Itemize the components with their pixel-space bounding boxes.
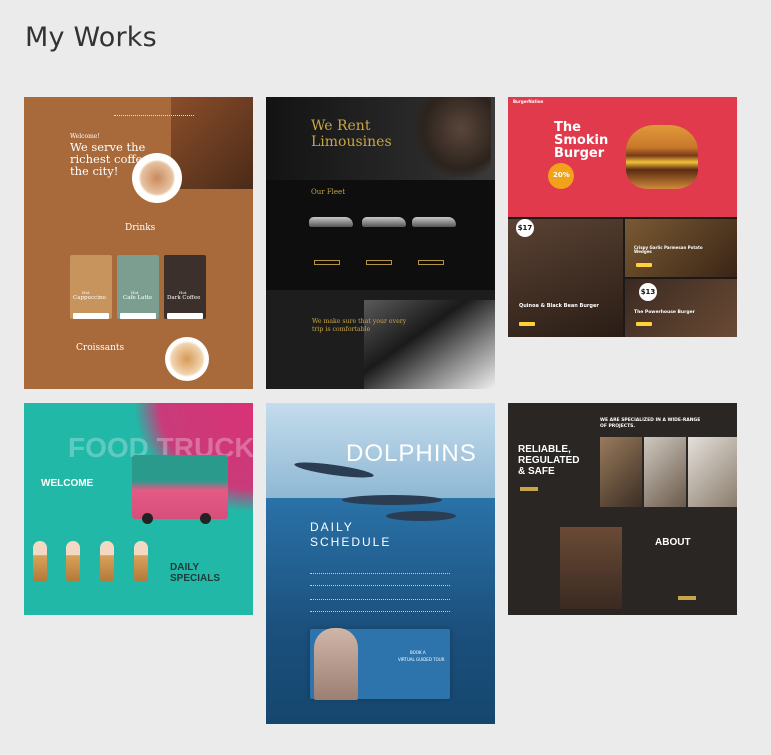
work-card-food-truck[interactable]: FOOD TRUCK WELCOME DAILY SPECIALS bbox=[24, 403, 253, 615]
drink-name: Dark Coffee bbox=[167, 295, 201, 301]
vr-person-image bbox=[314, 628, 358, 700]
about-heading: ABOUT bbox=[655, 537, 691, 548]
limo-car-image bbox=[362, 217, 406, 227]
drink-button[interactable] bbox=[73, 313, 109, 319]
work-card-limousines[interactable]: We Rent Limousines Our Fleet We make sur… bbox=[266, 97, 495, 389]
headline-line: RELIABLE, bbox=[518, 444, 571, 455]
work-card-construction[interactable]: WE ARE SPECIALIZED IN A WIDE-RANGE OF PR… bbox=[508, 403, 737, 615]
headline-line: the city! bbox=[70, 164, 119, 178]
drink-button[interactable] bbox=[167, 313, 203, 319]
project-photo bbox=[644, 437, 686, 507]
work-card-coffee[interactable]: Welcome! We serve the richest coffee in … bbox=[24, 97, 253, 389]
limo-car-image bbox=[412, 217, 456, 227]
schedule-heading: SCHEDULE bbox=[310, 535, 392, 549]
work-card-dolphins[interactable]: DOLPHINS DAILY SCHEDULE BOOK A VIRTUAL G… bbox=[266, 403, 495, 724]
work-card-burger[interactable]: BurgerNation The Smokin Burger 20% $17 Q… bbox=[508, 97, 737, 337]
dolphin-image bbox=[342, 495, 442, 505]
tagline-line: We make sure that your every bbox=[312, 318, 407, 325]
limo-car-image bbox=[309, 217, 353, 227]
schedule-row bbox=[310, 585, 450, 588]
menu-item-name: Quinoa & Black Bean Burger bbox=[519, 303, 599, 309]
ice-cream-image bbox=[33, 541, 47, 581]
wheel bbox=[142, 513, 153, 524]
headline-line: Burger bbox=[554, 146, 605, 161]
section-title: Croissants bbox=[76, 343, 125, 353]
menu-item-name: The Powerhouse Burger bbox=[634, 310, 695, 315]
intro-line: WE ARE SPECIALIZED IN A WIDE-RANGE bbox=[600, 418, 701, 423]
drink-image bbox=[134, 541, 148, 581]
barista-photo bbox=[171, 97, 253, 189]
price-badge: $13 bbox=[639, 283, 657, 301]
specials-line: SPECIALS bbox=[170, 573, 221, 584]
headline-line: Limousines bbox=[311, 134, 392, 150]
site-nav bbox=[114, 115, 194, 117]
headline-line: We Rent bbox=[311, 118, 371, 134]
project-photo bbox=[688, 437, 737, 507]
drink-card[interactable] bbox=[70, 255, 112, 319]
burger-image bbox=[626, 125, 698, 189]
cta-button[interactable] bbox=[520, 487, 538, 491]
fleet-button[interactable] bbox=[418, 260, 444, 265]
headline-line: & SAFE bbox=[518, 466, 555, 477]
fleet-button[interactable] bbox=[366, 260, 392, 265]
order-button[interactable] bbox=[636, 322, 652, 326]
dolphin-image bbox=[386, 511, 456, 521]
drink-card[interactable] bbox=[117, 255, 159, 319]
croissant-image bbox=[165, 337, 209, 381]
tour-line: BOOK A bbox=[410, 650, 426, 655]
fleet-heading: Our Fleet bbox=[311, 188, 346, 196]
tour-line: VIRTUAL GUIDED TOUR bbox=[398, 657, 445, 662]
hero-headline: DOLPHINS bbox=[346, 440, 477, 467]
welcome-heading: WELCOME bbox=[41, 478, 94, 489]
coffee-cup-image bbox=[132, 153, 182, 203]
ice-cream-image bbox=[100, 541, 114, 581]
worker-photo bbox=[560, 527, 622, 609]
brand-logo: BurgerNation bbox=[513, 99, 544, 104]
tagline-line: trip is comfortable bbox=[312, 326, 371, 333]
drink-card[interactable] bbox=[164, 255, 206, 319]
schedule-row bbox=[310, 573, 450, 576]
page-title: My Works bbox=[25, 22, 157, 53]
discount-text: 20% bbox=[553, 171, 570, 179]
schedule-heading: DAILY bbox=[310, 520, 354, 534]
order-button[interactable] bbox=[636, 263, 652, 267]
section-title: Drinks bbox=[125, 223, 156, 233]
wheel bbox=[200, 513, 211, 524]
intro-line: OF PROJECTS. bbox=[600, 424, 636, 429]
project-photo bbox=[600, 437, 642, 507]
drink-button[interactable] bbox=[120, 313, 156, 319]
price-badge: $17 bbox=[516, 219, 534, 237]
menu-item-name: Crispy Garlic Parmesan Potato Wedges bbox=[634, 245, 703, 255]
hero-banner bbox=[508, 97, 737, 217]
drink-image bbox=[66, 541, 80, 581]
schedule-row bbox=[310, 611, 450, 614]
drink-name: Cafe Latte bbox=[123, 295, 153, 301]
businessman-photo bbox=[416, 97, 491, 177]
fleet-button[interactable] bbox=[314, 260, 340, 265]
order-button[interactable] bbox=[519, 322, 535, 326]
tunnel-image bbox=[364, 300, 495, 389]
food-truck-image bbox=[132, 455, 228, 519]
drink-name: Cappuccino bbox=[73, 295, 106, 301]
specials-line: DAILY bbox=[170, 562, 200, 573]
schedule-row bbox=[310, 599, 450, 602]
headline-line: REGULATED bbox=[518, 455, 580, 466]
about-button[interactable] bbox=[678, 596, 696, 600]
